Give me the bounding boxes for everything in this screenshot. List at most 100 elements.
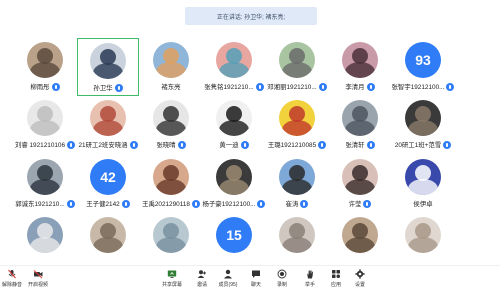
- participant-name-row: 褚东亮: [161, 82, 180, 91]
- participant-name: 张智宇19212100...: [391, 84, 445, 91]
- avatar-figure-body: [345, 120, 375, 136]
- participant-tile[interactable]: 黄一迪: [203, 96, 265, 154]
- video-label: 开启视频: [27, 282, 48, 288]
- participant-tile[interactable]: 李清月: [329, 38, 391, 96]
- avatar-number: 42: [100, 169, 116, 185]
- participant-tile[interactable]: [140, 213, 202, 271]
- avatar: [279, 42, 315, 78]
- participant-tile[interactable]: 崔涛: [266, 155, 328, 213]
- participant-tile[interactable]: [14, 213, 76, 271]
- settings-button[interactable]: 设置: [340, 269, 380, 290]
- mic-icon: [129, 140, 138, 149]
- mic-icon: [318, 140, 327, 149]
- mic-muted-icon: [8, 269, 16, 279]
- participant-name: 张隽铭1921210...: [204, 84, 254, 91]
- participant-name-row: 邓湘丽1921210...: [267, 82, 327, 91]
- participant-name: 郭诚东1921210...: [15, 201, 65, 208]
- participant-name-row: 许莹: [349, 199, 372, 208]
- mic-icon: [177, 140, 186, 149]
- mic-icon: [366, 140, 375, 149]
- participant-name-row: 张智宇19212100...: [392, 82, 455, 91]
- avatar: [90, 43, 126, 79]
- mic-icon: [66, 199, 75, 208]
- participant-tile[interactable]: [266, 213, 328, 271]
- mic-icon: [300, 199, 309, 208]
- avatar: [342, 159, 378, 195]
- avatar-figure-body: [156, 120, 186, 136]
- mic-icon: [240, 140, 249, 149]
- participant-tile[interactable]: 褚东亮: [140, 38, 202, 96]
- avatar: [27, 100, 63, 136]
- avatar-figure-body: [156, 62, 186, 78]
- avatar: [216, 42, 252, 78]
- participant-name-row: 黄一迪: [219, 140, 249, 149]
- participant-tile[interactable]: 93 张智宇19212100...: [392, 38, 455, 96]
- avatar-figure-body: [30, 120, 60, 136]
- participant-tile[interactable]: 21研工2班安晓涵: [77, 96, 139, 154]
- participant-tile[interactable]: 张清轩: [329, 96, 391, 154]
- avatar-figure-body: [93, 120, 123, 136]
- avatar-figure-body: [93, 63, 123, 79]
- participant-tile[interactable]: 许莹: [329, 155, 391, 213]
- avatar: [279, 159, 315, 195]
- chat-label: 聊天: [250, 282, 261, 288]
- participant-tile[interactable]: 柳雨彤: [14, 38, 76, 96]
- avatar-figure-body: [282, 62, 312, 78]
- participant-tile[interactable]: [392, 213, 454, 271]
- participant-name-row: 柳雨彤: [30, 82, 60, 91]
- participant-tile[interactable]: 杨子豪19212100...: [203, 155, 266, 213]
- participant-tile[interactable]: 侯伊卓: [392, 155, 454, 213]
- avatar: [216, 100, 252, 136]
- avatar: 15: [216, 217, 252, 253]
- video-button[interactable]: 开启视频: [18, 269, 58, 290]
- participant-name: 黄一迪: [219, 142, 239, 149]
- invite-label: 邀请: [196, 282, 207, 288]
- participant-name-row: 王子健2142: [86, 199, 130, 208]
- avatar: [90, 217, 126, 253]
- participant-tile[interactable]: 42 王子健2142: [77, 155, 139, 213]
- mic-icon: [121, 199, 130, 208]
- mic-icon: [446, 82, 455, 91]
- avatar-figure-body: [408, 179, 438, 195]
- participant-name: 侯伊卓: [413, 201, 433, 208]
- participant-name: 王璐1921210085: [267, 142, 317, 149]
- participant-tile[interactable]: 孙卫华: [77, 38, 139, 96]
- participant-tile[interactable]: 邓湘丽1921210...: [266, 38, 328, 96]
- avatar-figure-body: [30, 237, 60, 253]
- members-icon: [224, 269, 232, 279]
- participant-tile[interactable]: 张晓晴: [140, 96, 202, 154]
- participant-tile[interactable]: 20研工1班+范雪: [392, 96, 454, 154]
- participant-name: 孙卫华: [93, 85, 113, 92]
- participant-name-row: 王璐1921210085: [267, 140, 327, 149]
- avatar-figure-body: [30, 62, 60, 78]
- avatar: [216, 159, 252, 195]
- avatar: [27, 159, 63, 195]
- participant-tile[interactable]: 王璐1921210085: [266, 96, 328, 154]
- participant-name: 20研工1班+范雪: [394, 142, 442, 149]
- participant-name: 崔涛: [285, 201, 299, 208]
- avatar: [279, 217, 315, 253]
- participant-tile[interactable]: 15: [203, 213, 265, 271]
- participant-name: 杨子豪19212100...: [202, 201, 256, 208]
- mic-icon: [191, 199, 200, 208]
- record-label: 录制: [276, 282, 287, 288]
- participant-name-row: 杨子豪19212100...: [203, 199, 266, 208]
- share-screen-label: 共享屏幕: [161, 282, 182, 288]
- avatar: [90, 100, 126, 136]
- gear-icon: [355, 269, 365, 279]
- avatar-figure-body: [345, 237, 375, 253]
- participant-tile[interactable]: 张隽铭1921210...: [203, 38, 265, 96]
- participant-tile[interactable]: [329, 213, 391, 271]
- participant-tile[interactable]: 郭诚东1921210...: [14, 155, 76, 213]
- participant-tile[interactable]: 刘睿 1921210106: [14, 96, 76, 154]
- mic-icon: [363, 199, 372, 208]
- participant-tile[interactable]: [77, 213, 139, 271]
- mic-icon: [114, 83, 123, 92]
- settings-label: 设置: [354, 282, 365, 288]
- participant-name-row: 21研工2班安晓涵: [78, 140, 138, 149]
- invite-icon: [197, 270, 206, 278]
- avatar: [342, 100, 378, 136]
- participant-tile[interactable]: 王禹2021290118: [140, 155, 202, 213]
- meeting-toolbar: 解除静音 开启视频 共享屏幕 邀请 成员(95) 聊天 录制 举手 应用 设置: [0, 265, 500, 290]
- avatar: [405, 100, 441, 136]
